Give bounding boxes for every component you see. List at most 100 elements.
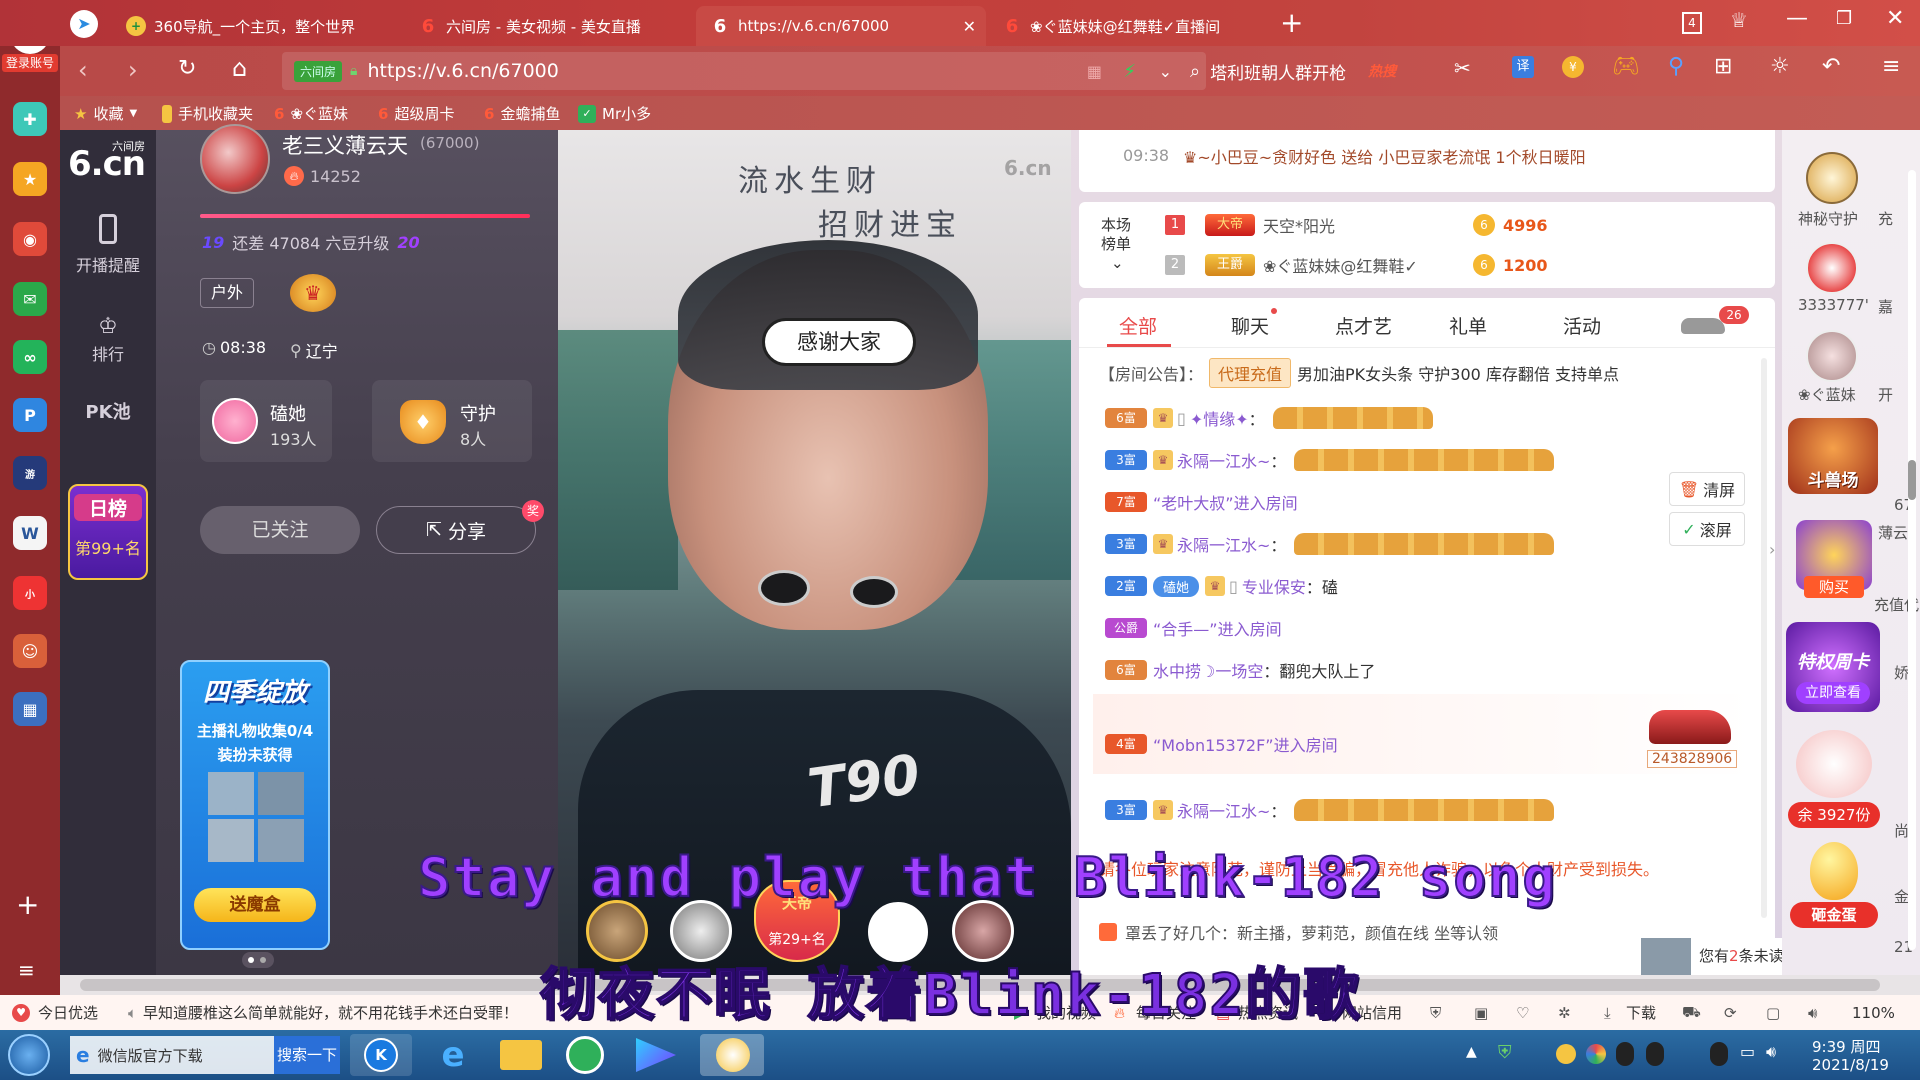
bookmark-favorites[interactable]: ★ 收藏 ▼	[74, 103, 137, 124]
today-picks[interactable]: 今日优选	[38, 1002, 98, 1023]
mail-icon[interactable]: ✉	[13, 282, 47, 316]
tab-6cn[interactable]: 6 六间房 - 美女视频 - 美女直播	[404, 6, 694, 46]
share-button[interactable]: ⇱ 分享	[376, 506, 536, 554]
nav-ranking[interactable]: ♔ 排行	[60, 314, 156, 365]
season-promo-card[interactable]: 四季绽放 主播礼物收集0/4 装扮未获得 送魔盒	[180, 660, 330, 950]
telegram-icon[interactable]: ➤	[70, 10, 98, 38]
tab-count[interactable]: 4	[1682, 12, 1702, 34]
tab-active[interactable]: 6 https://v.6.cn/67000 ✕	[696, 6, 986, 46]
clear-screen-button[interactable]: 🗑︎ 清屏	[1669, 472, 1745, 506]
golden-egg[interactable]	[1810, 842, 1858, 900]
tray-up-icon[interactable]: ▲	[1466, 1044, 1477, 1060]
download-link[interactable]: 下载	[1626, 1002, 1656, 1023]
taskbar-search-button[interactable]: 搜索一下	[274, 1036, 340, 1074]
bookmark-weekcard[interactable]: 6 超级周卡	[378, 103, 454, 124]
nav-live-reminder[interactable]: 开播提醒	[60, 214, 156, 276]
category-tag[interactable]: 户外	[200, 278, 254, 308]
bookmark-mobile[interactable]: 手机收藏夹	[162, 103, 253, 124]
ranking-row-2[interactable]: 2 王爵 ❀ぐ蓝妹妹@红舞鞋✓ 6 1200	[1165, 252, 1765, 278]
grid-icon[interactable]: ⊞	[1714, 54, 1732, 79]
home-icon[interactable]: ⌂	[232, 54, 247, 82]
ie-taskbar-icon[interactable]: e	[430, 1036, 476, 1074]
scroll-screen-button[interactable]: ✓ 滚屏	[1669, 512, 1745, 546]
bookmark-fishing[interactable]: 6 金蟾捕鱼	[484, 103, 560, 124]
p-app-icon[interactable]: P	[13, 398, 47, 432]
player-icon[interactable]	[636, 1038, 676, 1072]
window-icon[interactable]: ▢	[1766, 1004, 1780, 1022]
clock-date[interactable]: 2021/8/19	[1812, 1056, 1889, 1074]
tray-qq2-icon[interactable]	[1646, 1042, 1664, 1066]
bookmark-mr[interactable]: ✓ Mr小多	[578, 103, 651, 124]
gamepad-icon[interactable]: 🎮︎	[1612, 54, 1640, 79]
nav-pk-pool[interactable]: PK池	[78, 402, 138, 424]
search-input[interactable]: 塔利班朝人群开枪	[1210, 59, 1346, 84]
tray-qq-icon[interactable]	[1616, 1042, 1634, 1066]
zoom-level[interactable]: 110%	[1852, 1004, 1895, 1022]
chevron-down-icon[interactable]: ⌄	[1159, 62, 1172, 81]
magnifier-icon[interactable]: ⚲	[1668, 54, 1684, 79]
weibo-icon[interactable]: ◉	[13, 222, 47, 256]
reload-icon[interactable]: ↻	[178, 56, 196, 81]
headline-link[interactable]: 早知道腰椎这么简单就能好，就不用花钱手术还白受罪！	[143, 1002, 518, 1023]
plus-app-icon[interactable]: ✚	[13, 102, 47, 136]
translate-icon[interactable]: 译	[1512, 56, 1534, 78]
scroll-thumb[interactable]	[1908, 460, 1916, 500]
link-app-icon[interactable]: ∞	[13, 340, 47, 374]
carousel-dots[interactable]	[242, 952, 274, 968]
tray-penguin-icon[interactable]	[1710, 1042, 1728, 1066]
add-app-icon[interactable]: +	[16, 888, 39, 921]
tab-events[interactable]: 活动	[1563, 312, 1601, 339]
guard-slot-3[interactable]	[1806, 330, 1858, 382]
url-field[interactable]: 六间房 🔒︎ https://v.6.cn/67000 ▦ ⚡ ⌄	[282, 52, 1206, 90]
car-small-icon[interactable]: ⛟	[1682, 1003, 1701, 1023]
site-logo[interactable]: 六间房 6.cn	[64, 138, 154, 186]
tray-network-icon[interactable]: ▭	[1740, 1042, 1755, 1061]
sun-icon[interactable]: ☼	[1770, 54, 1790, 79]
lucky-cat[interactable]	[1796, 730, 1872, 798]
shirt-icon[interactable]: ♕	[1730, 8, 1748, 32]
folder-icon[interactable]	[500, 1040, 542, 1070]
new-tab-icon[interactable]: +	[1280, 6, 1303, 39]
tray-360-icon[interactable]	[1556, 1044, 1576, 1064]
chevron-down-icon[interactable]: ⌄	[1101, 254, 1131, 273]
trophy-icon[interactable]: ♛	[290, 274, 336, 312]
red-app-icon[interactable]: 小	[13, 576, 47, 610]
word-app-icon[interactable]: W	[13, 516, 47, 550]
game-app-icon[interactable]: 游	[13, 456, 47, 490]
flash-icon[interactable]: ⚡	[1123, 61, 1136, 82]
taskbar-wechat-item[interactable]: e 微信版官方下载	[70, 1036, 274, 1074]
tab-lanmei[interactable]: 6 ❀ぐ蓝妹妹@红舞鞋✓直播间	[988, 6, 1278, 46]
qr-icon[interactable]: ▦	[1087, 62, 1102, 81]
back-icon[interactable]: ‹	[78, 56, 88, 84]
close-window-icon[interactable]: ✕	[1886, 6, 1904, 31]
clock-time[interactable]: 9:39 周四	[1812, 1036, 1880, 1057]
daily-rank-badge[interactable]: 日榜 第99+名	[68, 484, 148, 580]
tab-all[interactable]: 全部	[1119, 312, 1157, 339]
heart-outline-icon[interactable]: ♡	[1516, 1004, 1529, 1022]
tray-shield-icon[interactable]: ⛨	[1498, 1042, 1512, 1063]
close-tab-icon[interactable]: ✕	[963, 17, 976, 36]
unread-thumbnail[interactable]	[1641, 938, 1691, 975]
url-text[interactable]: https://v.6.cn/67000	[367, 60, 558, 82]
bookmark-lanmei[interactable]: 6 ❀ぐ蓝妹	[274, 103, 348, 124]
minimize-icon[interactable]: —	[1786, 6, 1808, 31]
promo-button[interactable]: 送魔盒	[194, 888, 316, 922]
tab-gifts[interactable]: 礼单	[1449, 312, 1487, 339]
volume-icon[interactable]: 🔊︎	[1808, 1004, 1817, 1022]
undo-icon[interactable]: ↶	[1822, 54, 1840, 79]
360-browser-icon[interactable]	[566, 1036, 604, 1074]
star-app-icon[interactable]: ★	[13, 162, 47, 196]
buy-button[interactable]: 购买	[1804, 576, 1864, 598]
tab-360[interactable]: + 360导航_一个主页，整个世界	[112, 6, 402, 46]
menu-icon[interactable]: ≡	[18, 958, 35, 982]
guard-card[interactable]: ♦ 守护 8人	[372, 380, 532, 462]
chat-scrollbar[interactable]	[1761, 358, 1767, 918]
hamburger-icon[interactable]: ≡	[1882, 54, 1900, 79]
refresh-icon[interactable]: ⟳	[1724, 1004, 1737, 1022]
coin-icon[interactable]: ¥	[1562, 56, 1584, 78]
security-icon[interactable]: ⛨	[1430, 1004, 1441, 1022]
host-avatar[interactable]	[200, 124, 270, 194]
guard-slot-2[interactable]	[1806, 242, 1858, 294]
scissors-icon[interactable]: ✂	[1454, 56, 1471, 80]
arena-banner[interactable]: 斗兽场	[1788, 418, 1878, 494]
